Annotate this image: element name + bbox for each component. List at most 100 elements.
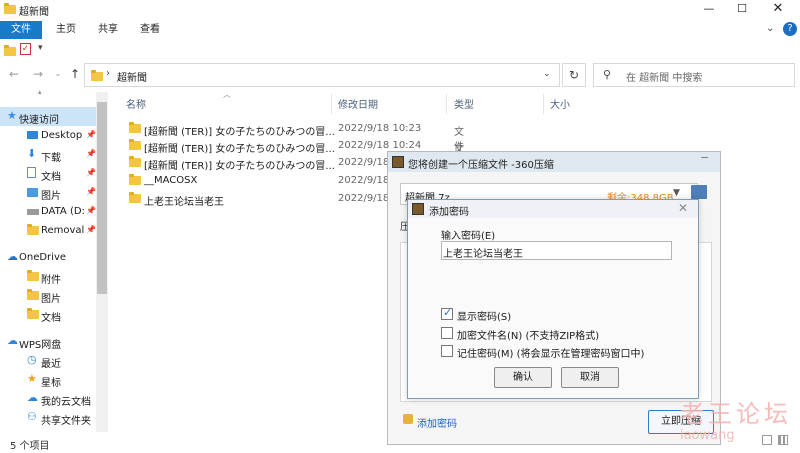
picture-icon <box>27 188 38 197</box>
details-view-icon[interactable] <box>762 435 772 445</box>
column-divider[interactable] <box>331 94 332 114</box>
cancel-button[interactable]: 取消 <box>561 367 619 388</box>
nav-item-starred[interactable]: ★ 星标 <box>0 370 96 389</box>
title-bar: 超新聞 — ☐ ✕ <box>0 0 800 18</box>
document-icon <box>27 167 36 178</box>
nav-item-removal[interactable]: Removal 📌 <box>0 221 96 240</box>
address-bar[interactable]: › 超新聞 ⌄ <box>84 63 560 87</box>
cloud-icon: ☁ <box>7 334 18 347</box>
sort-ascending-icon: ︿ <box>223 90 231 99</box>
status-item-count: 5 个项目 <box>10 441 50 452</box>
cloud-doc-icon: ☁ <box>27 391 38 404</box>
browse-folder-icon[interactable] <box>691 185 707 199</box>
search-icon: ⚲ <box>603 68 612 81</box>
file-row[interactable]: [超新聞 (TER)] 女の子たちのひみつの冒... 2022/9/18 <box>112 154 402 172</box>
refresh-button[interactable]: ↻ <box>562 63 586 87</box>
address-dropdown-icon[interactable]: ⌄ <box>543 69 551 79</box>
tab-view[interactable]: 查看 <box>132 21 168 39</box>
watermark-logo-text: 老王论坛 <box>680 400 792 428</box>
remember-password-checkbox[interactable] <box>441 345 453 357</box>
nav-item-downloads[interactable]: ⬇ 下载 📌 <box>0 145 96 164</box>
archive-icon <box>412 203 424 215</box>
forward-button[interactable]: → <box>30 66 46 82</box>
file-row[interactable]: [超新聞 (TER)] 女の子たちのひみつの冒... 2022/9/18 10:… <box>112 137 464 185</box>
nav-item-recent[interactable]: ◷ 最近 <box>0 351 96 370</box>
password-input-label: 输入密码(E) <box>441 231 496 242</box>
large-icons-view-icon[interactable] <box>778 435 788 445</box>
pin-icon: 📌 <box>86 225 96 234</box>
nav-item-wps-drive[interactable]: ☁ WPS网盘 <box>0 332 96 351</box>
drive-icon <box>27 209 39 215</box>
pin-icon: 📌 <box>86 168 96 177</box>
tab-home[interactable]: 主页 <box>48 21 84 39</box>
nav-item-quick-access[interactable]: ★ 快速访问 <box>0 107 96 126</box>
maximize-button[interactable]: ☐ <box>727 0 757 18</box>
nav-item-pictures[interactable]: 图片 📌 <box>0 183 96 202</box>
folder-icon <box>129 139 141 150</box>
back-button[interactable]: ← <box>6 66 22 82</box>
filename-dropdown-icon[interactable]: ▼ <box>673 188 680 198</box>
minimize-button[interactable]: — <box>694 0 724 18</box>
navigation-pane: ▴ ★ 快速访问 Desktop 📌 ⬇ 下载 📌 文档 📌 图片 📌 DATA… <box>0 88 110 432</box>
add-password-link[interactable]: 添加密码 <box>417 415 457 430</box>
close-button[interactable]: ✕ <box>763 0 793 18</box>
column-divider[interactable] <box>543 94 544 114</box>
pin-icon: 📌 <box>86 187 96 196</box>
ok-button[interactable]: 确认 <box>494 367 552 388</box>
recent-dropdown-icon[interactable]: ⌄ <box>50 66 66 82</box>
nav-item-documents[interactable]: 文档 📌 <box>0 164 96 183</box>
nav-item-data-drive[interactable]: DATA (D: 📌 <box>0 202 96 221</box>
close-icon[interactable]: ✕ <box>678 201 688 215</box>
column-date[interactable]: 修改日期 <box>338 96 378 112</box>
show-password-checkbox[interactable] <box>441 306 453 320</box>
folder-icon <box>4 3 16 14</box>
nav-item-desktop[interactable]: Desktop 📌 <box>0 126 96 145</box>
folder-icon[interactable] <box>4 45 16 56</box>
desktop-icon <box>27 131 38 139</box>
nav-item-onedrive-pictures[interactable]: 图片 <box>0 286 96 305</box>
pin-icon: 📌 <box>86 130 96 139</box>
folder-icon <box>129 174 141 185</box>
password-value: 上老王论坛当老王 <box>443 249 523 260</box>
properties-icon[interactable]: ✓ <box>20 43 31 55</box>
nav-item-onedrive[interactable]: ☁ OneDrive <box>0 248 96 267</box>
column-type[interactable]: 类型 <box>454 96 474 112</box>
password-dialog-title: 添加密码 <box>429 207 469 218</box>
minimize-dialog-icon[interactable]: − <box>700 151 709 164</box>
shared-icon: ⚇ <box>27 410 37 423</box>
column-divider[interactable] <box>446 94 447 114</box>
folder-icon <box>129 122 141 133</box>
up-button[interactable]: ↑ <box>67 66 83 82</box>
column-size[interactable]: 大小 <box>550 96 570 112</box>
cloud-icon: ☁ <box>7 250 18 263</box>
pin-icon: 📌 <box>86 149 96 158</box>
tab-file[interactable]: 文件 <box>0 21 42 39</box>
search-input[interactable]: ⚲ 在 超新聞 中搜索 <box>593 63 795 87</box>
tab-share[interactable]: 共享 <box>90 21 126 39</box>
scroll-up-icon[interactable]: ▴ <box>38 88 42 96</box>
file-row[interactable]: 上老王论坛当老王 2022/9/18 <box>112 190 402 208</box>
compress-dialog-header[interactable]: 您将创建一个压缩文件 -360压缩 − <box>388 151 720 172</box>
nav-item-cloud-docs[interactable]: ☁ 我的云文档 <box>0 389 96 408</box>
encrypt-filenames-checkbox[interactable] <box>441 327 453 339</box>
customize-dropdown-icon[interactable]: ▾ <box>38 43 43 53</box>
nav-scrollbar-thumb[interactable] <box>97 102 107 294</box>
column-name[interactable]: 名称 <box>126 96 146 112</box>
nav-item-attachments[interactable]: 附件 <box>0 267 96 286</box>
folder-icon <box>27 270 39 281</box>
address-path[interactable]: 超新聞 <box>117 69 147 84</box>
expand-ribbon-icon[interactable]: ⌄ <box>766 23 774 34</box>
help-icon[interactable]: ? <box>783 22 797 36</box>
breadcrumb-chevron-icon[interactable]: › <box>106 68 110 79</box>
nav-item-shared-folder[interactable]: ⚇ 共享文件夹 <box>0 408 96 427</box>
file-row[interactable]: __MACOSX 2022/9/18 <box>112 172 402 189</box>
nav-item-onedrive-documents[interactable]: 文档 <box>0 305 96 324</box>
star-icon: ★ <box>7 109 17 122</box>
file-row[interactable]: [超新聞 (TER)] 女の子たちのひみつの冒... 2022/9/18 10:… <box>112 120 464 168</box>
folder-icon <box>91 70 103 81</box>
watermark-url-text: laowang <box>680 428 735 443</box>
show-password-label: 显示密码(S) <box>457 312 512 323</box>
folder-icon <box>27 224 39 235</box>
password-input[interactable]: 上老王论坛当老王 <box>441 241 672 260</box>
password-dialog-header[interactable]: 添加密码 ✕ <box>408 200 698 218</box>
